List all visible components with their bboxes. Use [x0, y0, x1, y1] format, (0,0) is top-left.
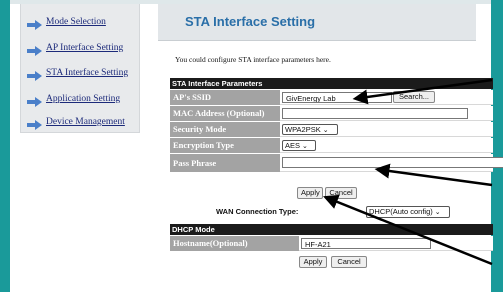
- encryption-type-select[interactable]: AES ⌄: [282, 140, 316, 151]
- intro-text: You could configure STA interface parame…: [175, 55, 331, 64]
- mac-label: MAC Address (Optional): [170, 106, 280, 121]
- sidebar-item-label: Device Management: [46, 117, 125, 127]
- mac-row: MAC Address (Optional): [170, 106, 493, 121]
- security-row: Security Mode WPA2PSK ⌄: [170, 122, 493, 137]
- pass-phrase-label: Pass Phrase: [170, 154, 280, 172]
- security-mode-select[interactable]: WPA2PSK ⌄: [282, 124, 338, 135]
- sidebar-item-application[interactable]: Application Setting: [27, 92, 121, 107]
- cancel-button[interactable]: Cancel: [331, 256, 367, 268]
- hostname-row: Hostname(Optional) HF-A21: [170, 236, 493, 251]
- encryption-type-label: Encryption Type: [170, 138, 280, 153]
- wan-connection-type-label: WAN Connection Type:: [216, 207, 299, 216]
- apply-button[interactable]: Apply: [299, 256, 327, 268]
- sidebar-item-mode-selection[interactable]: Mode Selection: [27, 15, 106, 30]
- left-border-strip: [0, 0, 10, 292]
- sidebar-item-device-management[interactable]: Device Management: [27, 115, 125, 130]
- security-mode-label: Security Mode: [170, 122, 280, 137]
- encryption-row: Encryption Type AES ⌄: [170, 138, 493, 153]
- page-header: STA Interface Setting: [158, 4, 476, 41]
- dhcp-mode-section-header: DHCP Mode: [170, 224, 493, 235]
- hostname-label: Hostname(Optional): [170, 236, 299, 251]
- page-title: STA Interface Setting: [185, 14, 316, 29]
- sidebar-item-label: AP Interface Setting: [46, 43, 124, 53]
- arrow-right-icon: [27, 43, 42, 56]
- sidebar-item-label: Application Setting: [46, 94, 121, 104]
- security-mode-value: WPA2PSK: [285, 125, 321, 134]
- chevron-down-icon: ⌄: [322, 127, 329, 134]
- arrow-right-icon: [27, 94, 42, 107]
- hostname-input[interactable]: HF-A21: [301, 238, 431, 249]
- sidebar-item-label: Mode Selection: [46, 17, 106, 27]
- sidebar-item-sta-interface[interactable]: STA Interface Setting: [27, 66, 129, 81]
- wan-connection-type-value: DHCP(Auto config): [369, 207, 433, 216]
- apply-button[interactable]: Apply: [297, 187, 323, 199]
- wan-connection-type-select[interactable]: DHCP(Auto config) ⌄: [366, 206, 450, 218]
- sidebar-item-ap-interface[interactable]: AP Interface Setting: [27, 41, 124, 56]
- sta-params-section-header: STA Interface Parameters: [170, 78, 493, 89]
- mac-address-input[interactable]: [282, 108, 468, 119]
- arrow-right-icon: [27, 117, 42, 130]
- search-button[interactable]: Search...: [393, 91, 435, 103]
- arrow-right-icon: [27, 17, 42, 30]
- ssid-label: AP's SSID: [170, 90, 280, 105]
- chevron-down-icon: ⌄: [434, 209, 441, 216]
- arrow-right-icon: [27, 68, 42, 81]
- sidebar-item-label: STA Interface Setting: [46, 68, 129, 78]
- ssid-input[interactable]: GivEnergy Lab: [282, 92, 392, 103]
- ssid-row: AP's SSID GivEnergy Lab Search...: [170, 90, 493, 105]
- chevron-down-icon: ⌄: [302, 143, 308, 150]
- sidebar-nav: Mode Selection AP Interface Setting STA …: [20, 4, 140, 133]
- encryption-type-value: AES: [285, 141, 301, 150]
- cancel-button[interactable]: Cancel: [325, 187, 357, 199]
- pass-phrase-input[interactable]: [282, 157, 503, 168]
- pass-phrase-row: Pass Phrase: [170, 154, 503, 172]
